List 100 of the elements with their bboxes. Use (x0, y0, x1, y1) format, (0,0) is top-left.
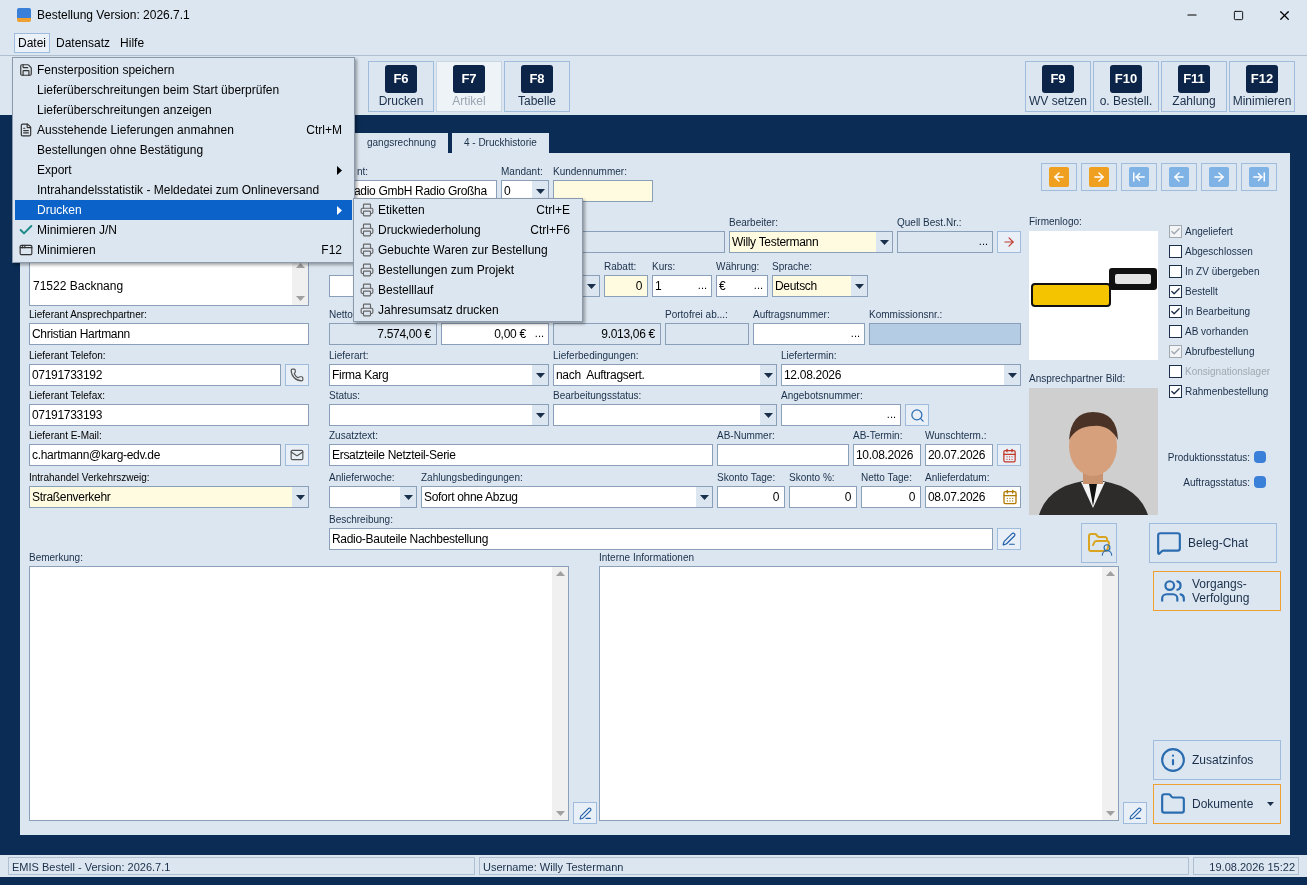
menu-item[interactable]: Jahresumsatz drucken (356, 300, 580, 320)
input-field[interactable]: 0,00 € ... (441, 323, 549, 345)
input-field[interactable]: Radio-Bauteile Nachbestellung (329, 528, 993, 550)
input-field[interactable] (869, 323, 1021, 345)
checkbox[interactable] (1169, 244, 1182, 258)
function-key-button[interactable]: F6 Drucken (368, 61, 434, 112)
checkbox[interactable] (1169, 324, 1182, 338)
input-field[interactable]: 07191733192 (29, 364, 281, 386)
mail-button[interactable] (285, 444, 309, 466)
menu-bar-item[interactable]: Datei (14, 32, 50, 53)
checkbox[interactable] (1169, 364, 1182, 378)
input-field[interactable] (717, 444, 849, 466)
ellipsis-button[interactable]: ... (882, 405, 900, 425)
contact-folder-button[interactable] (1081, 523, 1117, 563)
menu-item[interactable]: Minimieren J/N (15, 220, 352, 240)
menu-item[interactable]: Lieferüberschreitungen beim Start überprüfen (15, 80, 352, 100)
function-key-button[interactable]: F10 o. Bestell. (1093, 61, 1159, 112)
menu-item[interactable]: Minimieren F12 (15, 240, 352, 260)
arrow-to-end-icon (1249, 167, 1269, 187)
menu-item[interactable]: Bestellungen zum Projekt (356, 260, 580, 280)
scrollbar[interactable] (1102, 567, 1118, 820)
field-label: Wunschterm.: (925, 429, 987, 443)
checkbox[interactable] (1169, 284, 1182, 298)
scroll-down-icon[interactable] (1105, 811, 1115, 816)
menu-item[interactable]: Export (15, 160, 352, 180)
menu-item[interactable]: Fensterposition speichern (15, 60, 352, 80)
input-field[interactable]: 0 (717, 486, 785, 508)
dropdown[interactable]: nach Auftragsert. (553, 364, 777, 386)
menu-item[interactable]: Etiketten Ctrl+E (356, 200, 580, 220)
input-field[interactable]: 0 (861, 486, 921, 508)
phone-button[interactable] (285, 364, 309, 386)
input-field[interactable]: ... (781, 404, 901, 426)
menu-item[interactable]: Bestellungen ohne Bestätigung (15, 140, 352, 160)
menu-item[interactable]: Druckwiederholung Ctrl+F6 (356, 220, 580, 240)
input-field[interactable]: 08.07.2026 (925, 486, 1021, 508)
tab[interactable]: 4 - Druckhistorie (451, 133, 549, 153)
input-field[interactable]: 9.013,06 € (553, 323, 661, 345)
input-field[interactable]: c.hartmann@karg-edv.de (29, 444, 281, 466)
side-button[interactable]: Beleg-Chat (1149, 523, 1277, 563)
checkbox[interactable] (1169, 264, 1182, 278)
navigation-button[interactable] (1081, 163, 1117, 191)
dropdown[interactable]: Sofort ohne Abzug (421, 486, 713, 508)
scroll-up-icon[interactable] (555, 571, 565, 576)
edit-text-button[interactable] (573, 802, 597, 824)
menu-bar-item[interactable]: Hilfe (116, 32, 149, 53)
edit-text-button[interactable] (997, 528, 1021, 550)
dropdown[interactable]: Willy Testermann (729, 231, 893, 253)
menu-item[interactable]: Ausstehende Lieferungen anmahnen Ctrl+M (15, 120, 352, 140)
menu-item[interactable]: Bestelllauf (356, 280, 580, 300)
function-key-button[interactable]: F12 Minimieren (1229, 61, 1295, 112)
input-field[interactable]: 07191733193 (29, 404, 309, 426)
menu-item[interactable]: Intrahandelsstatistik - Meldedatei zum Onlineversand (15, 180, 352, 200)
input-field[interactable]: ... (897, 231, 993, 253)
tab[interactable]: gangsrechnung (355, 133, 448, 153)
checkbox-label: Abrufbestellung (1185, 344, 1255, 359)
input-field[interactable]: ... (753, 323, 865, 345)
input-field[interactable]: 0 (789, 486, 857, 508)
dropdown[interactable]: Straßenverkehr (29, 486, 309, 508)
menu-item[interactable]: Lieferüberschreitungen anzeigen (15, 100, 352, 120)
side-button[interactable]: Zusatzinfos (1153, 740, 1281, 780)
side-button[interactable]: Vorgangs-Verfolgung (1153, 571, 1281, 611)
menu-item[interactable]: Drucken (15, 200, 352, 220)
dropdown[interactable]: 12.08.2026 (781, 364, 1021, 386)
function-key-button[interactable]: F8 Tabelle (504, 61, 570, 112)
dropdown[interactable]: Deutsch (772, 275, 868, 297)
menu-bar-item[interactable]: Datensatz (52, 32, 115, 53)
window-title: Bestellung Version: 2026.7.1 (37, 7, 190, 24)
checkbox[interactable] (1169, 304, 1182, 318)
navigation-button[interactable] (1041, 163, 1077, 191)
transfer-button[interactable] (997, 231, 1021, 253)
scroll-down-icon[interactable] (555, 811, 565, 816)
function-key-button[interactable]: F11 Zahlung (1161, 61, 1227, 112)
scrollbar[interactable] (552, 567, 568, 820)
edit-text-button[interactable] (1123, 802, 1147, 824)
input-field[interactable] (665, 323, 749, 345)
function-key-button[interactable]: F9 WV setzen (1025, 61, 1091, 112)
calendar-button[interactable] (997, 444, 1021, 466)
input-field[interactable]: Ersatzteile Netzteil-Serie (329, 444, 713, 466)
input-field[interactable] (553, 180, 653, 202)
menu-item[interactable]: Gebuchte Waren zur Bestellung (356, 240, 580, 260)
input-field[interactable]: 10.08.2026 (853, 444, 921, 466)
scroll-up-icon[interactable] (1105, 571, 1115, 576)
side-button[interactable]: Dokumente (1153, 784, 1281, 824)
ellipsis-button[interactable]: ... (749, 276, 767, 296)
search-button[interactable] (905, 404, 929, 426)
input-field[interactable]: 20.07.2026 (925, 444, 993, 466)
caret-icon[interactable] (1267, 802, 1274, 806)
input-field[interactable]: 0 (604, 275, 648, 297)
checkbox[interactable] (1169, 384, 1182, 398)
ellipsis-button[interactable]: ... (846, 324, 864, 344)
input-field[interactable]: 1 ... (652, 275, 712, 297)
input-field[interactable]: € ... (716, 275, 768, 297)
ellipsis-button[interactable]: ... (693, 276, 711, 296)
ellipsis-button[interactable]: ... (974, 232, 992, 252)
calendar-icon[interactable] (1002, 489, 1018, 505)
input-field[interactable]: Christian Hartmann (29, 323, 309, 345)
ellipsis-button[interactable]: ... (530, 324, 548, 344)
dropdown[interactable]: Firma Karg (329, 364, 549, 386)
scroll-down-icon[interactable] (295, 296, 305, 301)
input-field[interactable]: 7.574,00 € (329, 323, 437, 345)
